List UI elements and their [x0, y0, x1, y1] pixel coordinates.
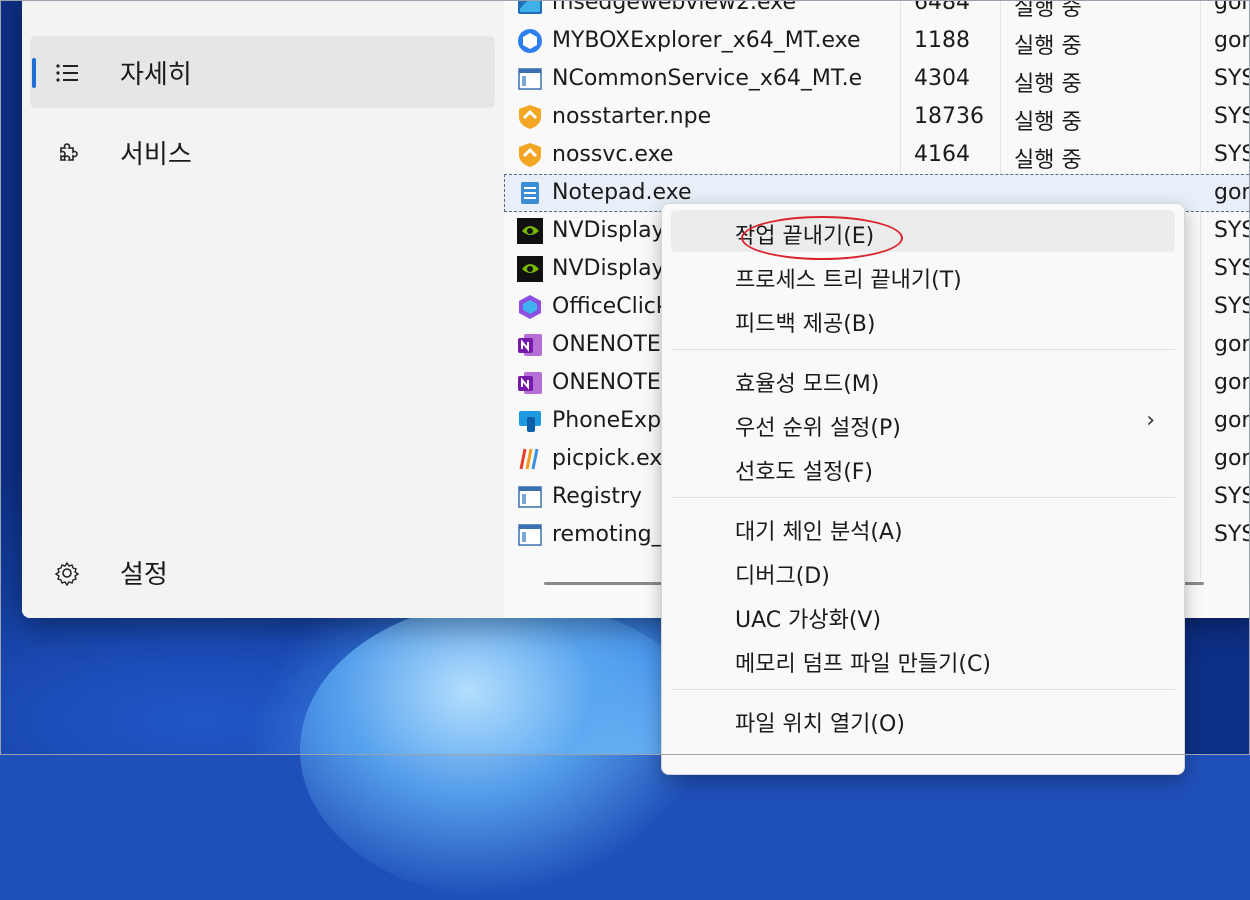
nav-item-label: 설정 — [120, 559, 168, 590]
process-name: nossvc.exe — [552, 142, 674, 167]
process-user: gon — [1214, 332, 1250, 357]
menu-item-label: 파일 위치 열기(O) — [735, 712, 905, 737]
onenote-icon — [516, 331, 544, 359]
app-window-icon — [516, 483, 544, 511]
menu-item[interactable]: 작업 끝내기(E) — [671, 210, 1175, 260]
nav-pane: 자세히 서비스 설정 — [22, 0, 504, 618]
menu-separator — [671, 497, 1175, 498]
app-window-icon — [516, 521, 544, 549]
office-icon — [516, 293, 544, 321]
menu-item[interactable]: 우선 순위 설정(P) › — [671, 402, 1175, 444]
context-menu: 작업 끝내기(E) 프로세스 트리 끝내기(T) 피드백 제공(B) 효율성 모드(M… — [661, 203, 1185, 775]
menu-item-label: 프로세스 트리 끝내기(T) — [735, 268, 962, 293]
menu-separator — [671, 689, 1175, 690]
menu-item[interactable]: 선호도 설정(F) — [671, 446, 1175, 488]
process-status: 실행 중 — [1014, 72, 1082, 97]
process-user: SYS — [1214, 66, 1250, 91]
process-row[interactable]: nossvc.exe 4164 실행 중 SYS — [504, 136, 1250, 174]
process-user: SYS — [1214, 522, 1250, 547]
process-pid: 1188 — [914, 28, 970, 53]
process-user: gon — [1214, 408, 1250, 433]
menu-item-label: 우선 순위 설정(P) — [735, 416, 901, 441]
process-user: SYS — [1214, 218, 1250, 243]
menu-item[interactable]: 대기 체인 분석(A) — [671, 506, 1175, 548]
process-row[interactable]: msedgewebview2.exe 6484 실행 중 gon — [504, 0, 1250, 22]
process-name: Notepad.exe — [552, 180, 692, 205]
process-pid: 4304 — [914, 66, 970, 91]
process-status: 실행 중 — [1014, 0, 1082, 21]
shield-icon — [516, 141, 544, 169]
menu-item-label: 피드백 제공(B) — [735, 312, 876, 337]
mybox-icon — [516, 27, 544, 55]
menu-item[interactable]: 프로세스 트리 끝내기(T) — [671, 254, 1175, 296]
process-name: MYBOXExplorer_x64_MT.exe — [552, 28, 861, 53]
nav-item-label: 자세히 — [120, 59, 192, 90]
picpick-icon — [516, 445, 544, 473]
gear-icon — [54, 561, 80, 586]
process-row[interactable]: NCommonService_x64_MT.exe 4304 실행 중 SYS — [504, 60, 1250, 98]
process-status: 실행 중 — [1014, 110, 1082, 135]
nav-item-services[interactable]: 서비스 — [30, 116, 495, 188]
process-user: gon — [1214, 28, 1250, 53]
menu-item[interactable]: 효율성 모드(M) — [671, 358, 1175, 400]
process-row[interactable]: MYBOXExplorer_x64_MT.exe 1188 실행 중 gon — [504, 22, 1250, 60]
selection-indicator — [32, 58, 36, 88]
process-name: NCommonService_x64_MT.exe — [552, 66, 862, 91]
menu-item[interactable]: 파일 위치 열기(O) — [671, 698, 1175, 740]
process-name: msedgewebview2.exe — [552, 0, 797, 15]
process-pid: 6484 — [914, 0, 970, 15]
edge-webview-icon — [516, 0, 544, 17]
menu-item-label: 디버그(D) — [735, 564, 830, 589]
menu-item[interactable]: 디버그(D) — [671, 550, 1175, 592]
notepad-icon — [516, 179, 544, 207]
process-user: SYS — [1214, 294, 1250, 319]
process-user: SYS — [1214, 484, 1250, 509]
process-user: gon — [1214, 180, 1250, 205]
process-name: nosstarter.npe — [552, 104, 712, 129]
process-pid: 4164 — [914, 142, 970, 167]
nav-item-label: 서비스 — [120, 139, 192, 170]
menu-item-label: 선호도 설정(F) — [735, 460, 874, 485]
process-status: 실행 중 — [1014, 34, 1082, 59]
nav-item-details[interactable]: 자세히 — [30, 36, 495, 108]
process-user: gon — [1214, 370, 1250, 395]
phone-link-icon — [516, 407, 544, 435]
process-pid: 18736 — [914, 104, 984, 129]
menu-item-label: 효율성 모드(M) — [735, 372, 880, 397]
chevron-right-icon: › — [1146, 408, 1155, 433]
menu-item-label: 대기 체인 분석(A) — [735, 520, 903, 545]
list-icon — [56, 64, 78, 82]
process-status: 실행 중 — [1014, 148, 1082, 173]
menu-separator — [671, 349, 1175, 350]
nvidia-icon — [516, 217, 544, 245]
nav-item-settings[interactable]: 설정 — [30, 536, 495, 608]
puzzle-icon — [60, 143, 78, 161]
process-user: gon — [1214, 0, 1250, 15]
process-user: SYS — [1214, 104, 1250, 129]
process-user: gon — [1214, 446, 1250, 471]
menu-item[interactable]: UAC 가상화(V) — [671, 594, 1175, 636]
menu-item[interactable]: 메모리 덤프 파일 만들기(C) — [671, 638, 1175, 680]
nvidia-icon — [516, 255, 544, 283]
menu-item-label: 메모리 덤프 파일 만들기(C) — [735, 652, 991, 677]
wallpaper-swirl — [300, 600, 720, 900]
shield-icon — [516, 103, 544, 131]
menu-item-label: UAC 가상화(V) — [735, 608, 882, 633]
onenote-icon — [516, 369, 544, 397]
menu-item[interactable]: 피드백 제공(B) — [671, 298, 1175, 340]
process-row[interactable]: nosstarter.npe 18736 실행 중 SYS — [504, 98, 1250, 136]
process-user: SYS — [1214, 142, 1250, 167]
process-user: SYS — [1214, 256, 1250, 281]
app-window-icon — [516, 65, 544, 93]
